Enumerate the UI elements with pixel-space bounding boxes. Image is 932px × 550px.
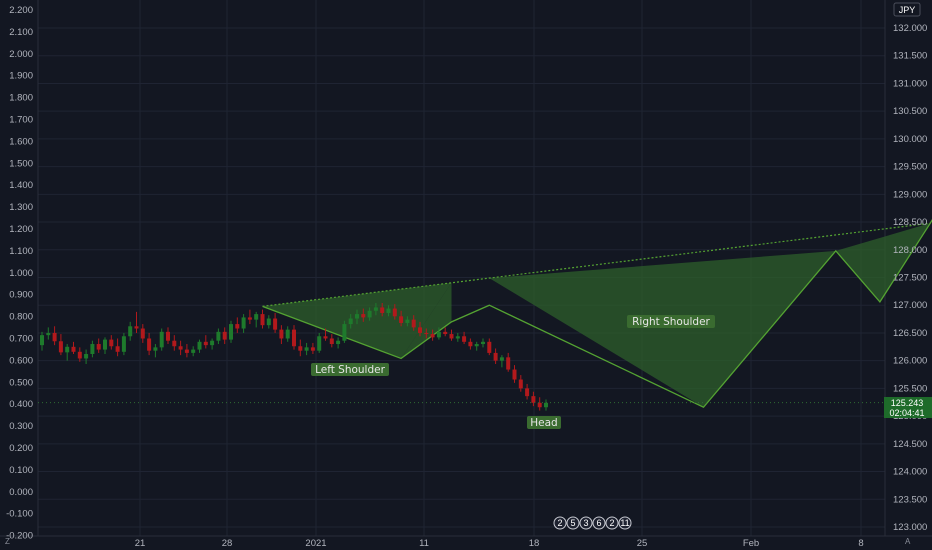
- left-axis-tick: -0.100: [6, 509, 33, 520]
- candle: [229, 320, 233, 343]
- left-axis-tick: -0.200: [6, 531, 33, 542]
- right-axis-tick: 129.000: [893, 189, 927, 200]
- left-axis-tick: 2.000: [9, 49, 33, 60]
- event-badge[interactable]: 6: [592, 516, 606, 530]
- left-axis-tick: 1.200: [9, 224, 33, 235]
- left-axis-tick: 0.700: [9, 334, 33, 345]
- candle: [342, 320, 347, 343]
- right-shoulder-annotation[interactable]: Right Shoulder: [627, 315, 715, 328]
- left-axis-tick: 0.100: [9, 465, 33, 476]
- event-badge[interactable]: 2: [605, 516, 619, 530]
- time-axis-tick: 2021: [305, 538, 326, 549]
- right-axis-tick: 128.000: [893, 245, 927, 256]
- event-badge-label: 2: [609, 518, 614, 528]
- event-badge[interactable]: 2: [553, 516, 567, 530]
- left-axis-tick: 0.900: [9, 290, 33, 301]
- event-badge[interactable]: 3: [579, 516, 593, 530]
- left-axis-tick: 0.000: [9, 487, 33, 498]
- right-shoulder-label: Right Shoulder: [632, 316, 710, 328]
- head-label: Head: [530, 417, 557, 429]
- event-badge-label: 2: [557, 518, 562, 528]
- left-axis-tick: 0.800: [9, 312, 33, 323]
- right-axis-tick: 124.500: [893, 439, 927, 450]
- currency-label: JPY: [899, 5, 916, 15]
- right-axis-tick: 125.500: [893, 383, 927, 394]
- corner-left-label: Z: [5, 537, 10, 546]
- event-badge[interactable]: 5: [566, 516, 580, 530]
- event-badge-label: 11: [620, 518, 629, 528]
- right-axis-tick: 132.000: [893, 23, 927, 34]
- right-axis-tick: 127.500: [893, 273, 927, 284]
- time-axis-tick: 11: [419, 538, 429, 549]
- time-axis-tick: 8: [858, 538, 863, 549]
- right-axis-tick: 130.500: [893, 106, 927, 117]
- time-axis-tick: Feb: [743, 538, 759, 549]
- event-badge-label: 5: [570, 518, 575, 528]
- left-axis-tick: 1.100: [9, 246, 33, 257]
- left-axis-tick: 1.400: [9, 180, 33, 191]
- right-axis-tick: 129.500: [893, 162, 927, 173]
- candle: [121, 332, 126, 356]
- left-axis-tick: 1.000: [9, 268, 33, 279]
- time-axis-tick: 18: [529, 538, 540, 549]
- event-badge[interactable]: 11: [618, 516, 632, 530]
- left-axis-tick: 0.200: [9, 443, 33, 454]
- event-badge-label: 6: [596, 518, 601, 528]
- last-price-value: 125.243: [891, 398, 924, 408]
- head-annotation[interactable]: Head: [527, 416, 561, 429]
- left-axis-tick: 2.200: [9, 5, 33, 16]
- event-badge-label: 3: [583, 518, 588, 528]
- right-axis-tick: 126.000: [893, 356, 927, 367]
- left-axis-tick: 0.600: [9, 355, 33, 366]
- right-axis-tick: 131.500: [893, 51, 927, 62]
- time-axis-tick: 21: [135, 538, 146, 549]
- left-axis-tick: 1.800: [9, 93, 33, 104]
- right-axis-tick: 128.500: [893, 217, 927, 228]
- right-axis-tick: 123.000: [893, 522, 927, 533]
- corner-right-label: A: [905, 537, 911, 546]
- countdown-value: 02:04:41: [889, 408, 924, 418]
- left-axis-tick: 1.500: [9, 158, 33, 169]
- right-axis-tick: 130.000: [893, 134, 927, 145]
- right-axis-tick: 123.500: [893, 494, 927, 505]
- right-axis-tick: 124.000: [893, 467, 927, 478]
- right-axis-tick: 126.500: [893, 328, 927, 339]
- time-axis-tick: 25: [637, 538, 648, 549]
- left-axis-tick: 0.400: [9, 399, 33, 410]
- left-axis-tick: 1.700: [9, 115, 33, 126]
- right-axis-tick: 127.000: [893, 300, 927, 311]
- right-axis-tick: 131.000: [893, 78, 927, 89]
- left-axis-tick: 1.900: [9, 71, 33, 82]
- left-axis-tick: 1.600: [9, 136, 33, 147]
- left-axis-tick: 2.100: [9, 27, 33, 38]
- chart-canvas[interactable]: 2.200 2.100 2.000 1.900 1.800 1.700 1.600 1.500…: [0, 0, 932, 550]
- left-axis-tick: 1.300: [9, 202, 33, 213]
- time-axis-tick: 28: [222, 538, 233, 549]
- last-price-label: 125.243 02:04:41: [884, 397, 932, 418]
- left-shoulder-label: Left Shoulder: [315, 364, 386, 376]
- left-shoulder-annotation[interactable]: Left Shoulder: [311, 363, 389, 376]
- left-axis-tick: 0.300: [9, 421, 33, 432]
- left-axis-tick: 0.500: [9, 377, 33, 388]
